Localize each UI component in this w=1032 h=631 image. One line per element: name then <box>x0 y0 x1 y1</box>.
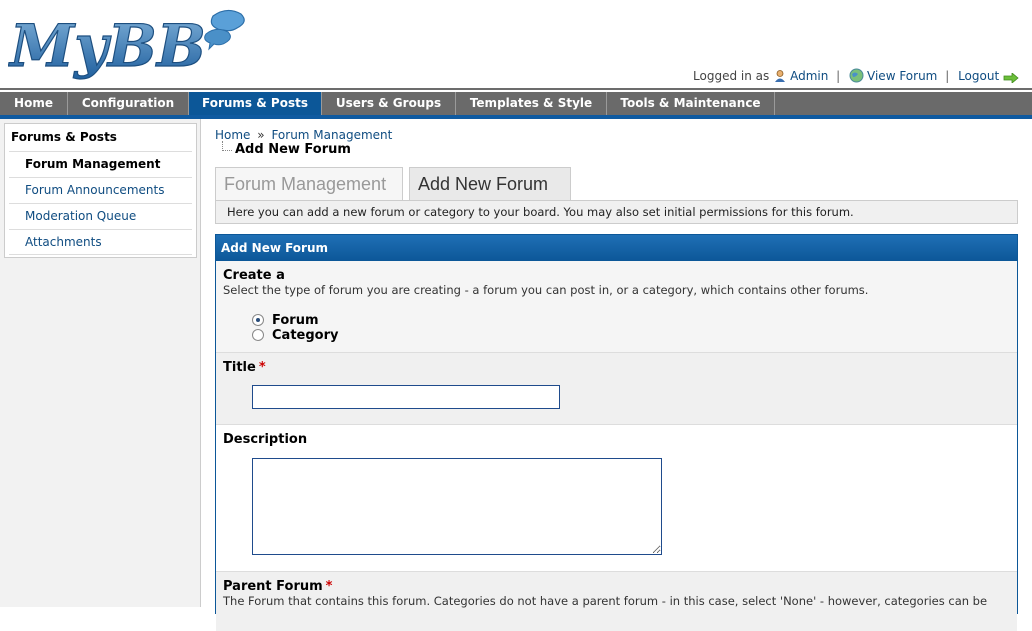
form-row-title: Title * <box>216 352 1017 425</box>
tab-add-new-forum[interactable]: Add New Forum <box>409 167 571 201</box>
logged-in-label: Logged in as <box>693 69 770 83</box>
required-marker: * <box>258 360 266 375</box>
type-description: Select the type of forum you are creatin… <box>223 283 869 297</box>
radio-forum[interactable] <box>252 314 264 326</box>
admin-link[interactable]: Admin <box>790 69 828 83</box>
sidebar-item-forum-management[interactable]: Forum Management <box>9 151 192 177</box>
form-row-parent: Parent Forum * The Forum that contains th… <box>216 571 1017 631</box>
required-marker: * <box>325 579 333 594</box>
header-divider <box>0 88 1032 90</box>
form-row-description: Description <box>216 424 1017 572</box>
left-sidebar: Forums & Posts Forum Management Forum An… <box>0 119 201 607</box>
header: MyBB Logged in as Admin | View Forum | L… <box>0 0 1032 92</box>
parent-label-text: Parent Forum <box>223 579 323 594</box>
radio-option-category[interactable]: Category <box>252 328 338 343</box>
tab-forum-management[interactable]: Forum Management <box>215 167 403 201</box>
parent-description: The Forum that contains this forum. Cate… <box>223 594 988 608</box>
sidebar-title: Forums & Posts <box>11 130 117 144</box>
form-header: Add New Forum <box>216 235 1017 261</box>
logout-link[interactable]: Logout <box>958 69 999 83</box>
svg-text:MyBB: MyBB <box>8 12 206 80</box>
title-input[interactable] <box>252 385 560 409</box>
description-textarea[interactable] <box>252 458 662 555</box>
radio-option-forum[interactable]: Forum <box>252 313 319 328</box>
menu-tab-home[interactable]: Home <box>0 92 68 115</box>
main-menu: Home Configuration Forums & Posts Users … <box>0 92 1032 115</box>
separator: | <box>945 69 950 83</box>
sidebar-item-forum-announcements[interactable]: Forum Announcements <box>9 177 192 203</box>
main-content: Home » Forum Management Add New Forum Fo… <box>202 119 1032 631</box>
user-icon <box>773 69 787 86</box>
radio-category[interactable] <box>252 329 264 341</box>
breadcrumb-home[interactable]: Home <box>215 128 250 142</box>
sidebar-item-attachments[interactable]: Attachments <box>9 229 192 255</box>
arrow-right-icon <box>1003 72 1019 86</box>
add-forum-form: Add New Forum Create a Select the type o… <box>215 234 1018 631</box>
page-title: Add New Forum <box>235 142 351 157</box>
user-bar: Logged in as Admin | View Forum | Logout <box>693 68 1022 86</box>
radio-forum-label: Forum <box>272 313 319 328</box>
menu-tab-configuration[interactable]: Configuration <box>68 92 189 115</box>
menu-tab-templates-style[interactable]: Templates & Style <box>456 92 607 115</box>
breadcrumb-forum-management[interactable]: Forum Management <box>271 128 392 142</box>
menu-tab-tools-maintenance[interactable]: Tools & Maintenance <box>607 92 775 115</box>
title-bracket <box>222 141 232 151</box>
menu-tab-forums-posts[interactable]: Forums & Posts <box>189 92 322 115</box>
type-label: Create a <box>223 268 285 283</box>
form-row-type: Create a Select the type of forum you ar… <box>216 261 1017 353</box>
mybb-logo[interactable]: MyBB <box>8 4 248 82</box>
view-forum-link[interactable]: View Forum <box>867 69 937 83</box>
menu-tab-users-groups[interactable]: Users & Groups <box>322 92 456 115</box>
title-label-text: Title <box>223 360 256 375</box>
sidebar-nav: Forums & Posts Forum Management Forum An… <box>4 123 197 258</box>
breadcrumb-separator: » <box>257 128 265 142</box>
radio-category-label: Category <box>272 328 339 343</box>
tab-description: Here you can add a new forum or category… <box>215 200 1018 224</box>
separator: | <box>836 69 841 83</box>
parent-label: Parent Forum * <box>223 579 1017 594</box>
description-label: Description <box>223 432 308 447</box>
title-label: Title * <box>223 360 1017 375</box>
sidebar-item-moderation-queue[interactable]: Moderation Queue <box>9 203 192 229</box>
breadcrumb: Home » Forum Management <box>215 128 392 142</box>
globe-icon <box>849 68 864 86</box>
